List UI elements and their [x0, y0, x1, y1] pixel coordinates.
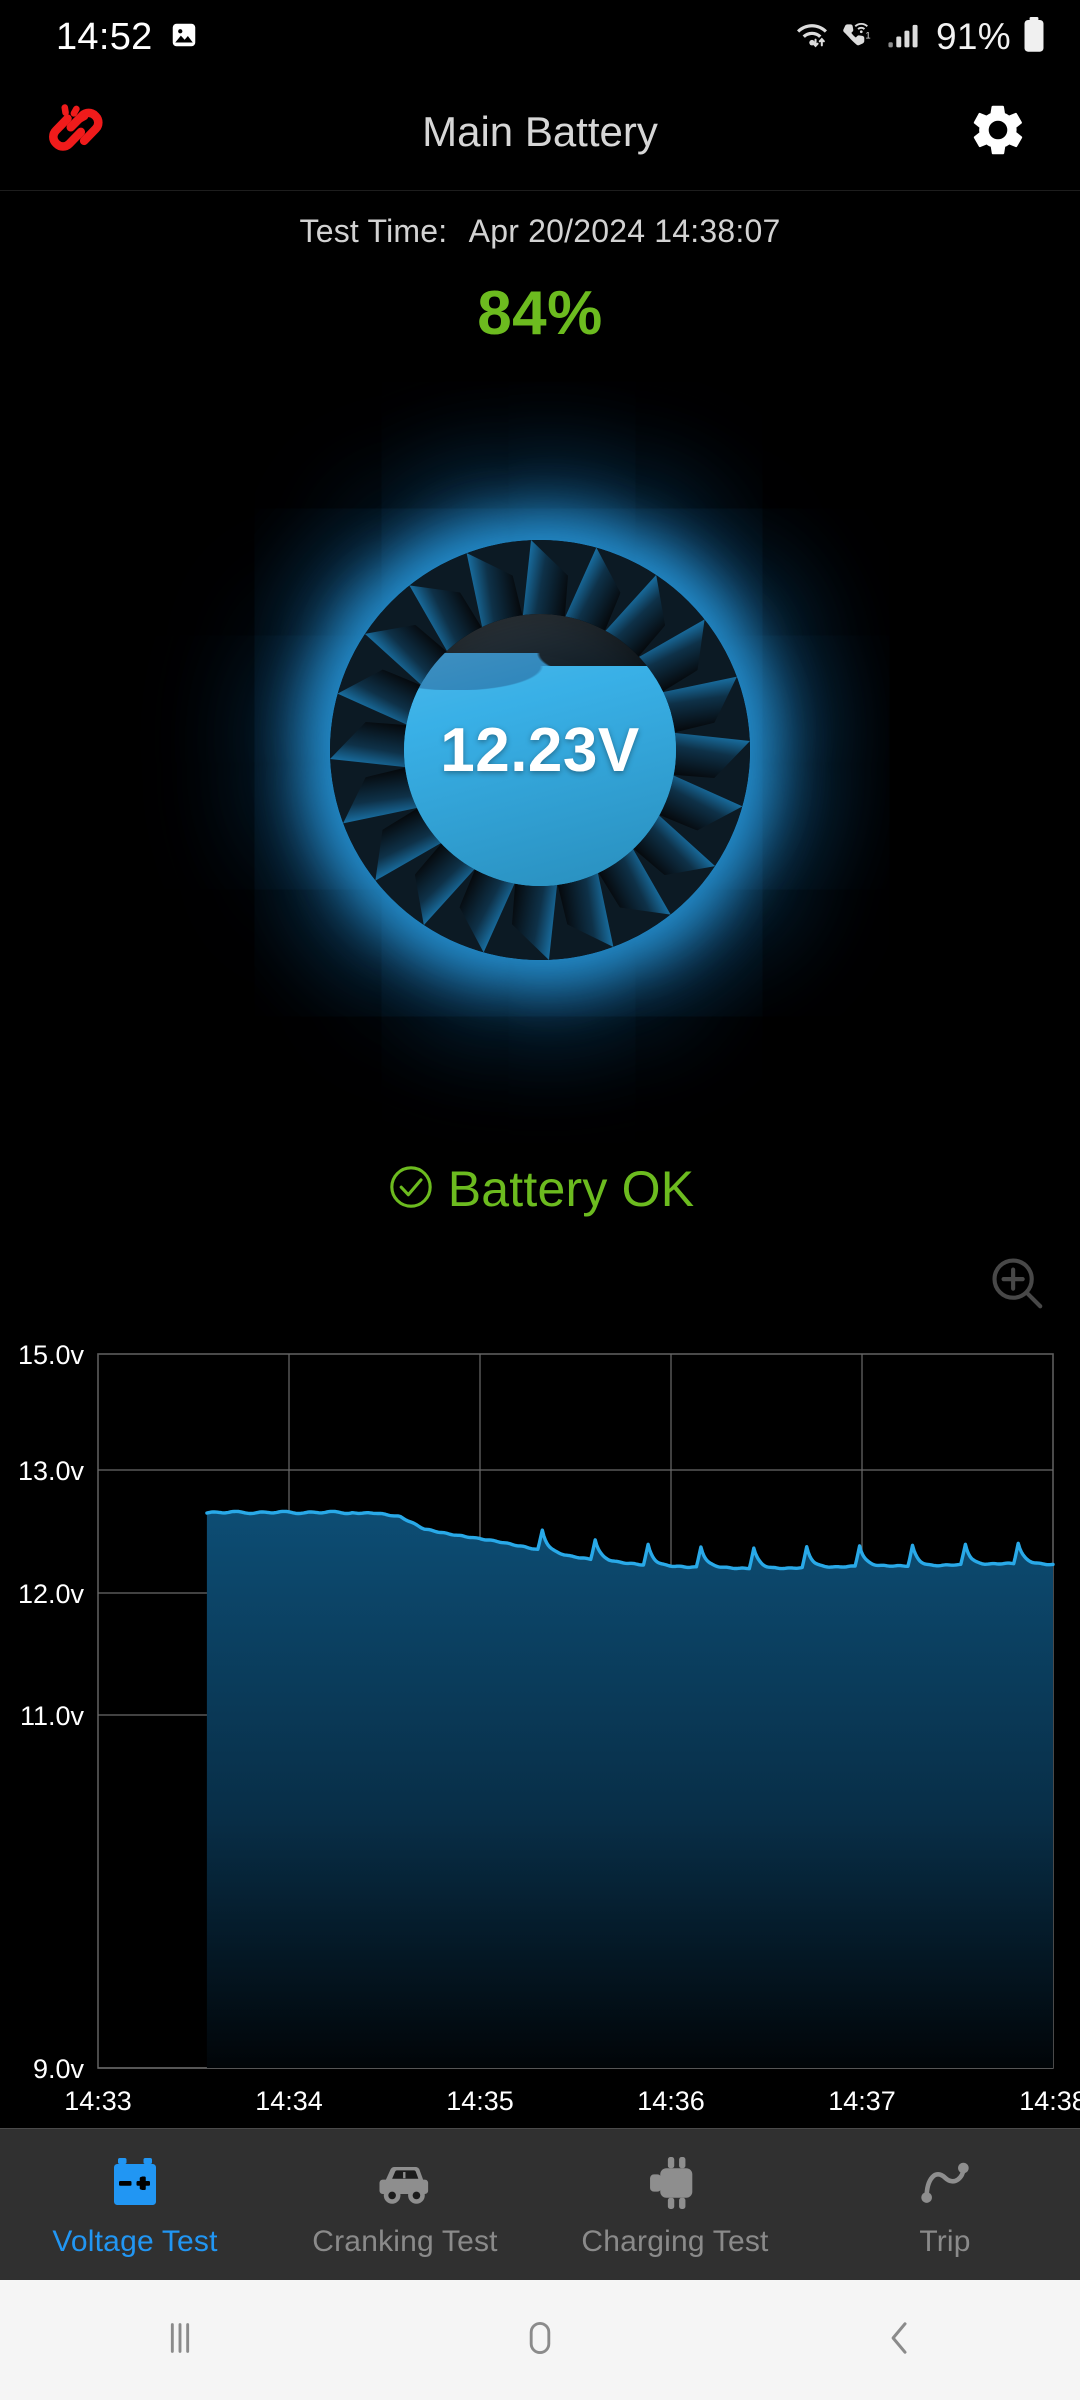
battery-voltage-gauge: 12.23V	[260, 470, 820, 1030]
battery-status-row: Battery OK	[0, 1160, 1080, 1218]
broken-link-icon	[43, 101, 109, 164]
car-icon	[374, 2150, 436, 2212]
tab-label: Trip	[919, 2225, 970, 2259]
zoom-in-icon	[986, 1252, 1048, 1319]
status-bar-right: 1 91%	[795, 16, 1046, 58]
status-bar-left: 14:52	[56, 16, 199, 59]
svg-text:1: 1	[865, 30, 870, 41]
back-icon	[877, 2315, 923, 2366]
signal-icon	[887, 20, 919, 55]
chart-x-tick-label: 14:34	[255, 2086, 323, 2116]
bottom-tab-bar: Voltage Test Cranking Test	[0, 2128, 1080, 2280]
chart-zoom-in-button[interactable]	[980, 1248, 1054, 1322]
status-bar: 14:52 1 91%	[0, 0, 1080, 74]
test-time-value: Apr 20/2024 14:38:07	[469, 213, 781, 249]
page-title: Main Battery	[0, 108, 1080, 156]
battery-status-text: Battery OK	[448, 1160, 695, 1218]
tab-label: Voltage Test	[52, 2225, 217, 2259]
connection-status-button[interactable]	[30, 86, 122, 178]
battery-icon	[105, 2150, 165, 2212]
chart-x-tick-label: 14:36	[637, 2086, 705, 2116]
chart-x-tick-label: 14:35	[446, 2086, 514, 2116]
chart-y-tick-label: 12.0v	[18, 1579, 85, 1609]
chart-y-tick-label: 11.0v	[20, 1701, 85, 1731]
chart-y-tick-label: 15.0v	[18, 1340, 85, 1370]
gauge-voltage-value: 12.23V	[404, 614, 676, 886]
back-button[interactable]	[720, 2280, 1080, 2400]
tab-trip[interactable]: Trip	[810, 2129, 1080, 2280]
plug-icon	[647, 2150, 703, 2212]
gauge-liquid-dial: 12.23V	[404, 614, 676, 886]
home-icon	[517, 2315, 563, 2366]
status-bar-battery-percent: 91%	[936, 16, 1011, 58]
chart-x-tick-label: 14:33	[64, 2086, 132, 2116]
call-wifi-icon: 1	[840, 20, 876, 55]
chart-y-tick-label: 13.0v	[18, 1456, 85, 1486]
tab-voltage-test[interactable]: Voltage Test	[0, 2129, 270, 2280]
test-time-label: Test Time:	[300, 213, 448, 249]
settings-button[interactable]	[952, 86, 1044, 178]
chart-y-tick-label: 9.0v	[33, 2054, 85, 2084]
waveform-icon	[916, 2150, 974, 2212]
status-bar-clock: 14:52	[56, 16, 153, 59]
gear-icon	[967, 99, 1029, 166]
chart-x-tick-label: 14:38	[1019, 2086, 1080, 2116]
tab-cranking-test[interactable]: Cranking Test	[270, 2129, 540, 2280]
state-of-charge-percent: 84%	[0, 278, 1080, 349]
wifi-icon	[795, 20, 829, 55]
chart-area-fill	[207, 1511, 1053, 2068]
voltage-chart[interactable]: 15.0v 13.0v 12.0v 11.0v 9.0v14:33 14:34 14:35 1…	[0, 1330, 1080, 2130]
android-nav-bar	[0, 2280, 1080, 2400]
test-time-row: Test Time: Apr 20/2024 14:38:07	[0, 213, 1080, 250]
check-circle-icon	[386, 1162, 436, 1217]
chart-x-tick-label: 14:37	[828, 2086, 896, 2116]
recents-button[interactable]	[0, 2280, 360, 2400]
tab-charging-test[interactable]: Charging Test	[540, 2129, 810, 2280]
battery-icon	[1022, 17, 1046, 58]
home-button[interactable]	[360, 2280, 720, 2400]
tab-label: Charging Test	[581, 2225, 768, 2259]
recents-icon	[157, 2315, 203, 2366]
app-bar: Main Battery	[0, 74, 1080, 191]
image-icon	[169, 20, 199, 55]
app-screen: 14:52 1 91%	[0, 0, 1080, 2400]
tab-label: Cranking Test	[312, 2225, 497, 2259]
